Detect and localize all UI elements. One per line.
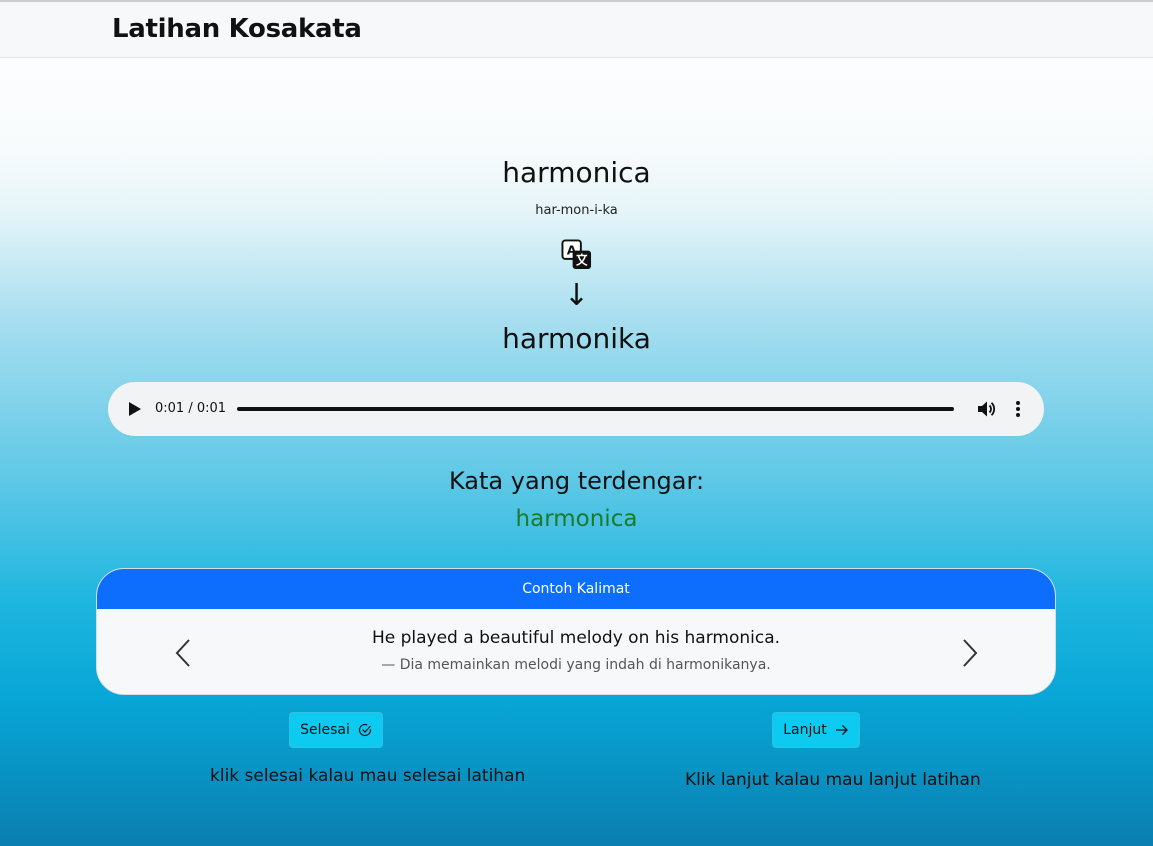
syllables: har-mon-i-ka (535, 203, 618, 218)
check-circle-icon (358, 723, 371, 737)
heard-word: harmonica (515, 506, 638, 532)
arrow-right-icon (835, 725, 848, 735)
heard-label: Kata yang terdengar: (448, 467, 705, 495)
indonesian-word: harmonika (502, 322, 651, 355)
audio-player[interactable]: 0:01 / 0:01 (108, 382, 1044, 436)
navbar: Latihan Kosakata (0, 0, 1153, 58)
english-word: harmonica (502, 156, 651, 189)
finish-button[interactable]: Selesai (289, 712, 383, 748)
play-icon[interactable] (128, 401, 142, 417)
example-sentence-card: Contoh Kalimat He played a beautiful mel… (96, 568, 1056, 695)
next-button[interactable]: Lanjut (772, 712, 860, 748)
next-button-label: Lanjut (783, 722, 827, 738)
volume-icon[interactable] (977, 400, 995, 418)
card-header: Contoh Kalimat (97, 569, 1055, 609)
example-sentence-english: He played a beautiful melody on his harm… (371, 628, 781, 648)
audio-time: 0:01 / 0:01 (155, 401, 227, 416)
finish-button-label: Selesai (300, 722, 350, 738)
translate-icon: A (561, 239, 592, 270)
arrow-down-icon: ↓ (563, 278, 590, 313)
next-hint: Klik lanjut kalau mau lanjut latihan (685, 770, 981, 790)
chevron-right-icon[interactable] (961, 638, 979, 668)
more-vert-icon[interactable] (1014, 400, 1022, 418)
audio-progress[interactable] (237, 407, 954, 411)
finish-hint: klik selesai kalau mau selesai latihan (210, 766, 526, 786)
app-title[interactable]: Latihan Kosakata (112, 14, 362, 44)
example-sentence-indonesian: — Dia memainkan melodi yang indah di har… (381, 657, 771, 673)
